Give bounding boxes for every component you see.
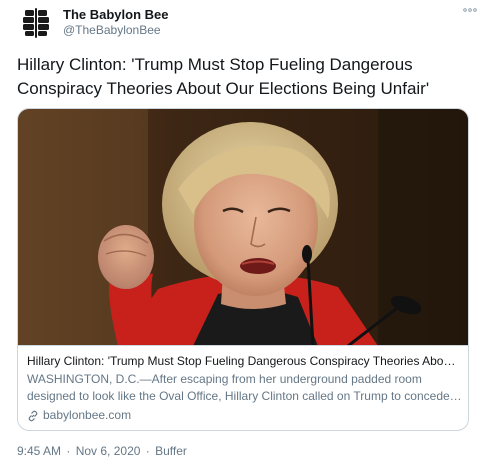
- tweet-meta: 9:45 AM · Nov 6, 2020 · Buffer: [17, 443, 187, 459]
- link-card[interactable]: Hillary Clinton: 'Trump Must Stop Fuelin…: [17, 108, 469, 431]
- card-description-line2: designed to look like the Oval Office, H…: [27, 389, 462, 403]
- bee-logo-icon[interactable]: [17, 4, 55, 42]
- card-image[interactable]: [18, 109, 468, 346]
- tweet: The Babylon Bee @TheBabylonBee Hillary C…: [0, 0, 492, 465]
- meta-separator: ·: [63, 444, 74, 458]
- meta-separator: ·: [142, 444, 154, 458]
- card-description: WASHINGTON, D.C.—After escaping from her…: [27, 371, 462, 405]
- card-body[interactable]: Hillary Clinton: 'Trump Must Stop Fuelin…: [27, 353, 462, 424]
- link-icon: [27, 410, 39, 422]
- author-handle[interactable]: @TheBabylonBee: [63, 23, 168, 38]
- card-title[interactable]: Hillary Clinton: 'Trump Must Stop Fuelin…: [27, 353, 462, 370]
- card-domain[interactable]: babylonbee.com: [27, 407, 462, 424]
- tweet-date[interactable]: Nov 6, 2020: [76, 444, 141, 458]
- tweet-time[interactable]: 9:45 AM: [17, 444, 61, 458]
- more-options-icon[interactable]: [463, 4, 477, 16]
- author-info[interactable]: The Babylon Bee @TheBabylonBee: [63, 7, 168, 38]
- tweet-text: Hillary Clinton: 'Trump Must Stop Fuelin…: [17, 55, 430, 98]
- card-domain-text[interactable]: babylonbee.com: [43, 407, 131, 424]
- tweet-header: The Babylon Bee @TheBabylonBee: [17, 4, 477, 44]
- card-description-line1: WASHINGTON, D.C.—After escaping from her…: [27, 372, 422, 386]
- author-name[interactable]: The Babylon Bee: [63, 7, 168, 22]
- tweet-source[interactable]: Buffer: [155, 444, 187, 458]
